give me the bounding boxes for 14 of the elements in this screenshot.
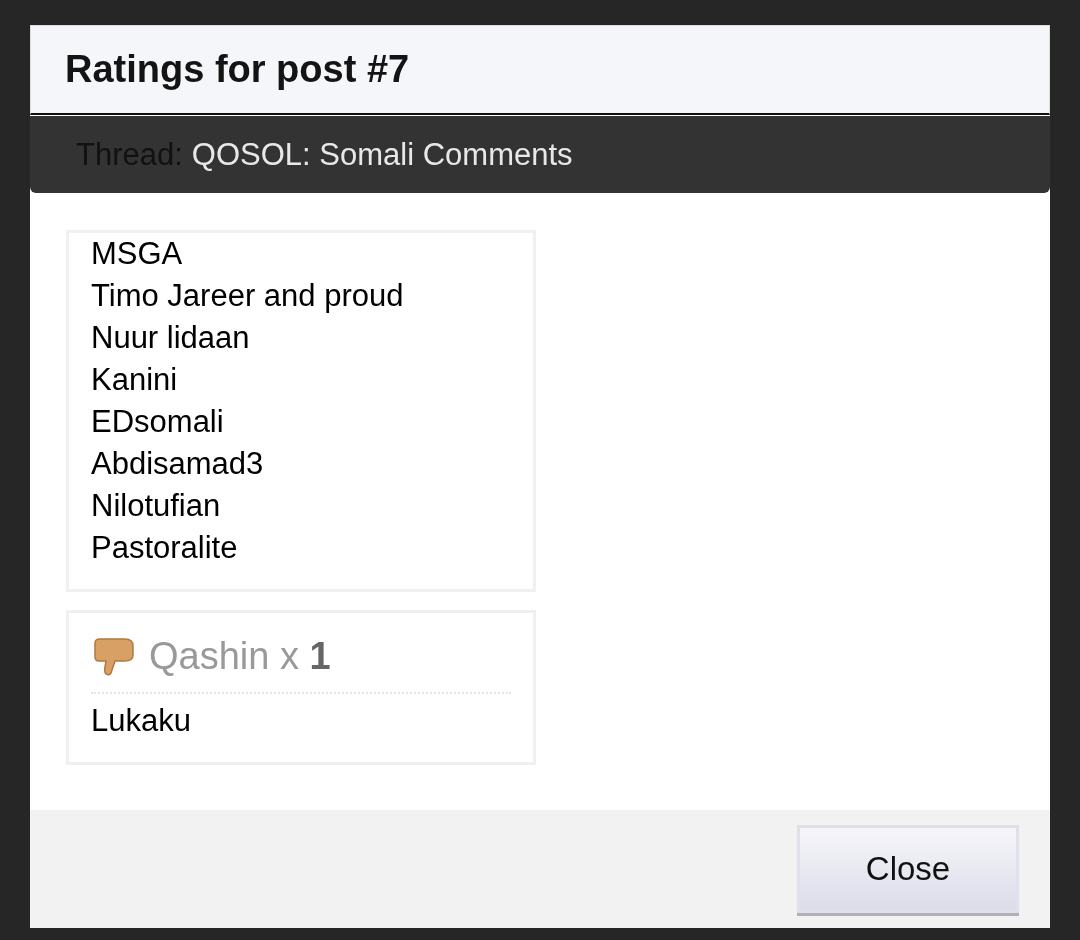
username[interactable]: Kanini: [91, 359, 178, 401]
username[interactable]: Nilotufian: [91, 485, 221, 527]
username[interactable]: Pastoralite: [91, 527, 238, 569]
close-button[interactable]: Close: [797, 825, 1019, 913]
username[interactable]: Nuur lidaan: [91, 317, 250, 359]
thread-link[interactable]: QOSOL: Somali Comments: [191, 136, 573, 173]
username[interactable]: Lukaku: [91, 700, 191, 742]
dialog-title: Ratings for post #7: [65, 48, 410, 91]
username[interactable]: MSGA: [91, 233, 183, 275]
rating-heading: Qashin x 1: [149, 635, 331, 678]
thumbs-down-icon: [91, 636, 137, 677]
username[interactable]: EDsomali: [91, 401, 224, 443]
username[interactable]: Timo Jareer and proud: [91, 275, 404, 317]
username[interactable]: Abdisamad3: [91, 443, 264, 485]
